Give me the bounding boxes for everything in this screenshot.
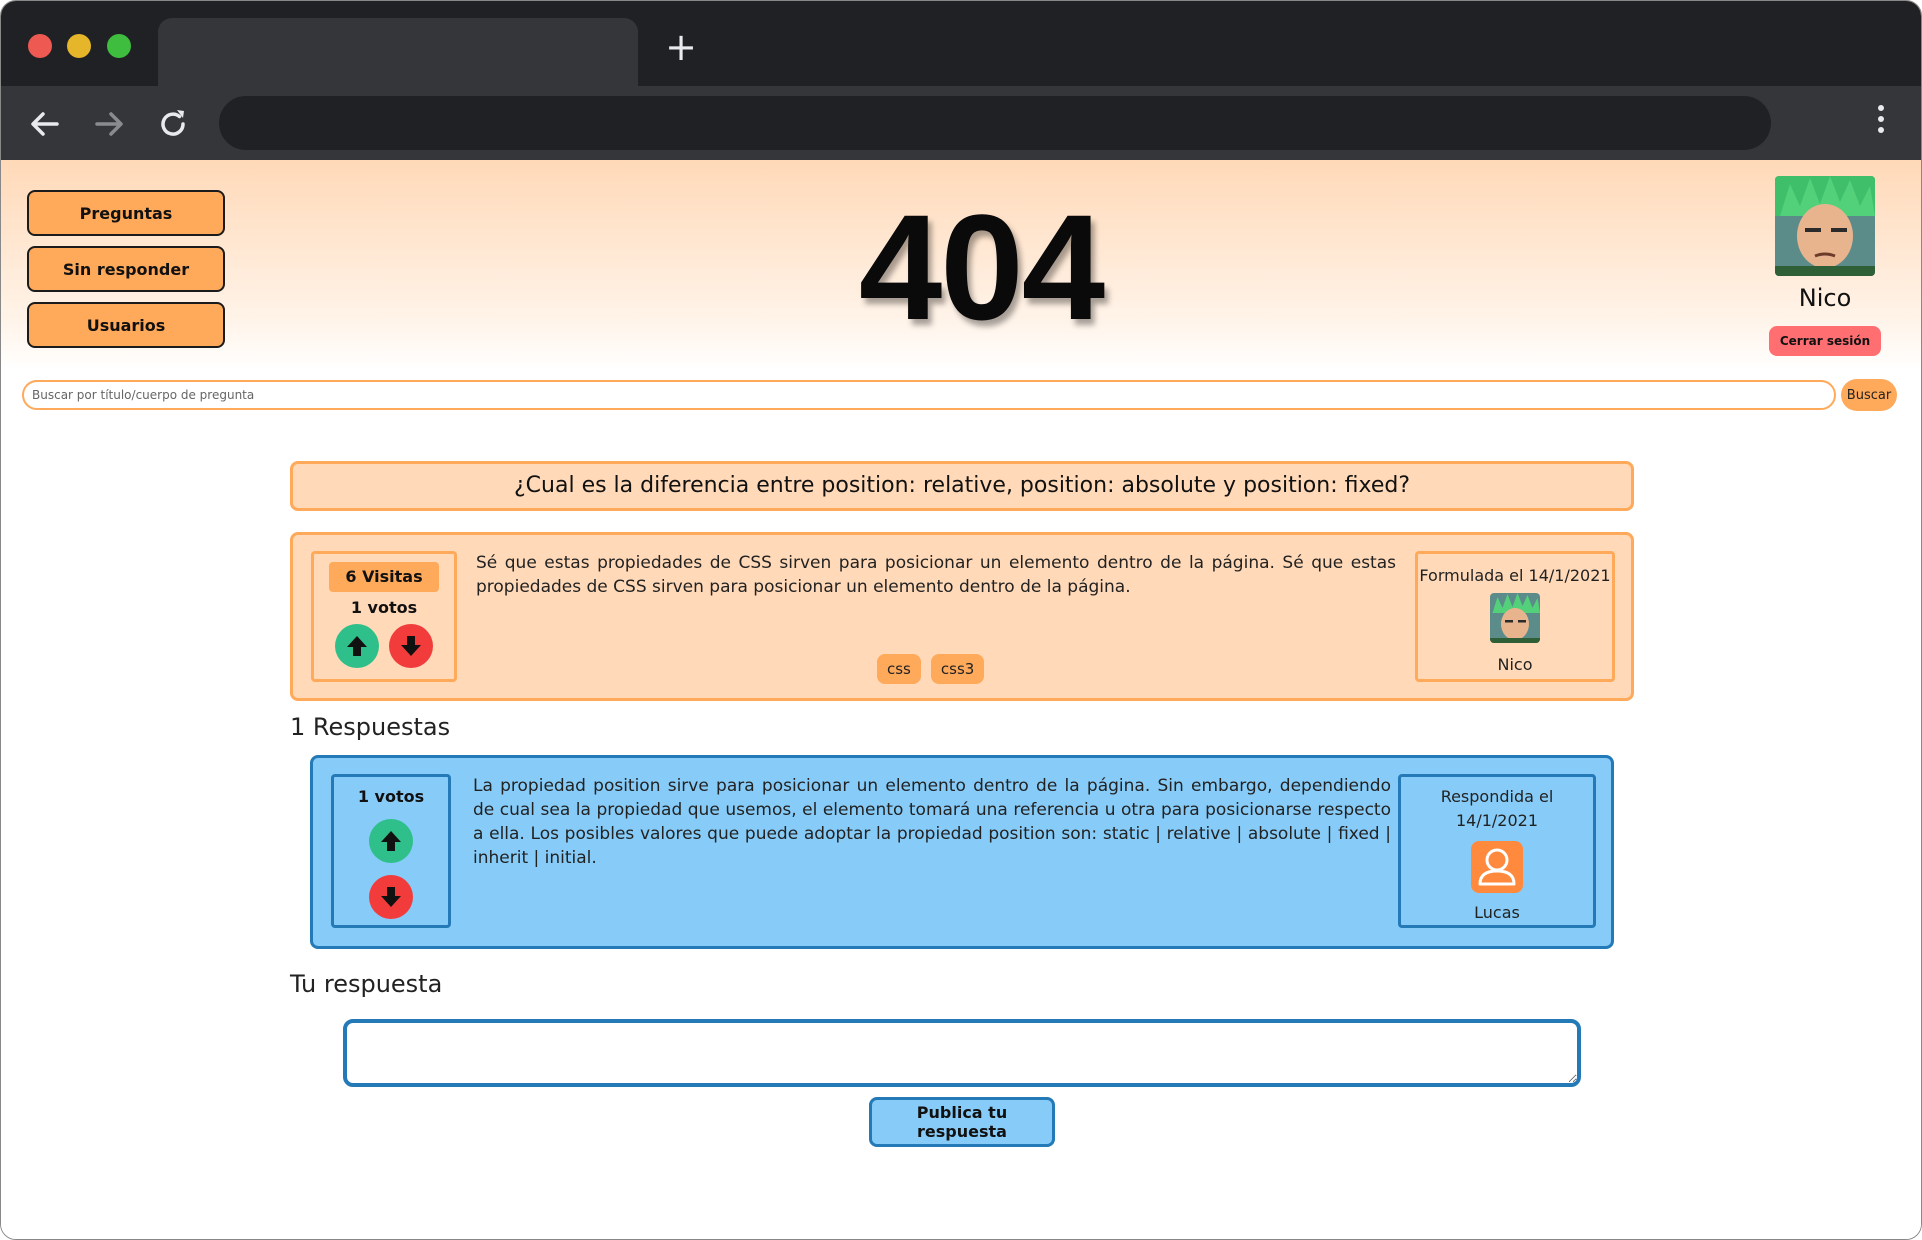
vote-controls xyxy=(335,624,439,668)
maximize-window-dot[interactable] xyxy=(107,34,131,58)
question-author-name[interactable]: Nico xyxy=(1418,655,1612,674)
close-window-dot[interactable] xyxy=(28,34,52,58)
answers-count: 1 Respuestas xyxy=(290,713,451,741)
visits-badge: 6 Visitas xyxy=(329,562,439,592)
nav-preguntas-button[interactable]: Preguntas xyxy=(27,190,225,236)
reload-icon[interactable] xyxy=(153,104,193,144)
reply-heading: Tu respuesta xyxy=(290,970,443,998)
address-bar[interactable] xyxy=(219,96,1771,150)
tag-css[interactable]: css xyxy=(877,654,921,684)
browser-toolbar xyxy=(1,86,1921,160)
user-avatar[interactable] xyxy=(1775,176,1875,276)
minimize-window-dot[interactable] xyxy=(67,34,91,58)
user-name: Nico xyxy=(1798,284,1852,312)
logout-button[interactable]: Cerrar sesión xyxy=(1769,326,1881,356)
publish-answer-button[interactable]: Publica tu respuesta xyxy=(869,1097,1055,1147)
tag-list: css css3 xyxy=(877,654,994,684)
answer-body: La propiedad position sirve para posicio… xyxy=(473,776,1391,868)
nav-sin-responder-button[interactable]: Sin responder xyxy=(27,246,225,292)
question-title: ¿Cual es la diferencia entre position: r… xyxy=(290,461,1634,511)
question-card: 6 Visitas 1 votos Sé que estas propiedad… xyxy=(290,532,1634,701)
search-input[interactable] xyxy=(22,380,1836,410)
browser-window: + Preguntas Sin responder Usuarios 404 N… xyxy=(0,0,1922,1240)
answer-card: 1 votos La propiedad position sirve para… xyxy=(310,755,1614,949)
question-body: Sé que estas propiedades de CSS sirven p… xyxy=(476,553,1396,597)
question-stats: 6 Visitas 1 votos xyxy=(311,551,457,682)
answer-votes-count: 1 votos xyxy=(357,787,425,806)
browser-menu-icon[interactable] xyxy=(1877,105,1885,141)
tag-css3[interactable]: css3 xyxy=(930,654,985,684)
active-tab[interactable] xyxy=(158,18,638,86)
answer-upvote-arrow-icon[interactable] xyxy=(369,819,413,863)
search-button[interactable]: Buscar xyxy=(1841,379,1897,411)
downvote-arrow-icon[interactable] xyxy=(389,624,433,668)
asked-date: Formulada el 14/1/2021 xyxy=(1419,566,1611,585)
page-content: Preguntas Sin responder Usuarios 404 Nic… xyxy=(1,160,1921,1239)
answer-stats: 1 votos xyxy=(331,774,451,928)
answer-downvote-arrow-icon[interactable] xyxy=(369,875,413,919)
forward-arrow-icon[interactable] xyxy=(89,104,129,144)
main-nav: Preguntas Sin responder Usuarios xyxy=(27,190,225,358)
tab-bar: + xyxy=(1,1,1921,86)
answer-author-name[interactable]: Lucas xyxy=(1401,903,1593,922)
answer-textarea[interactable] xyxy=(343,1019,1581,1087)
page-title: 404 xyxy=(858,183,1105,351)
answered-date: Respondida el 14/1/2021 xyxy=(1440,787,1554,830)
question-author-card: Formulada el 14/1/2021 Nico xyxy=(1415,551,1615,682)
new-tab-icon[interactable]: + xyxy=(663,28,699,66)
upvote-arrow-icon[interactable] xyxy=(335,624,379,668)
default-user-icon[interactable] xyxy=(1471,841,1523,893)
author-avatar[interactable] xyxy=(1490,593,1540,643)
back-arrow-icon[interactable] xyxy=(25,104,65,144)
answer-author-card: Respondida el 14/1/2021 Lucas xyxy=(1398,774,1596,928)
nav-usuarios-button[interactable]: Usuarios xyxy=(27,302,225,348)
votes-count: 1 votos xyxy=(350,598,418,617)
